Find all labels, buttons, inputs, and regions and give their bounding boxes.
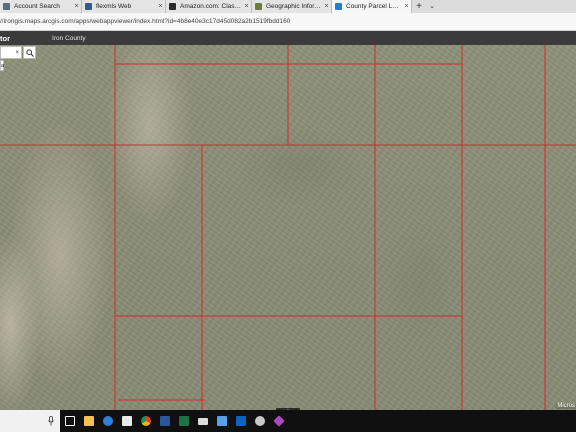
- store-icon[interactable]: [117, 410, 136, 432]
- search-button[interactable]: [23, 46, 36, 59]
- tab-favicon-icon: [3, 3, 10, 10]
- excel-icon[interactable]: [174, 410, 193, 432]
- store-glyph: [121, 416, 132, 426]
- word-icon[interactable]: [155, 410, 174, 432]
- photos-glyph: [216, 416, 227, 426]
- word-glyph: [159, 416, 170, 426]
- tab-county-parcel-locator[interactable]: County Parcel Locator ×: [332, 0, 412, 13]
- tab-favicon-icon: [169, 3, 176, 10]
- tab-favicon-icon: [335, 3, 342, 10]
- chrome-glyph: [140, 416, 151, 426]
- browser-tab-strip: Account Search × flexmls Web × Amazon.co…: [0, 0, 576, 13]
- taskbar-search-box[interactable]: [0, 410, 60, 432]
- task-view-glyph: [64, 416, 75, 426]
- address-bar[interactable]: //irongis.maps.arcgis.com/apps/webappvie…: [0, 13, 576, 31]
- settings-glyph: [254, 416, 265, 426]
- outlook-icon[interactable]: [231, 410, 250, 432]
- settings-icon[interactable]: [250, 410, 269, 432]
- search-widget: ×: [0, 45, 36, 60]
- search-icon: [25, 48, 34, 57]
- tab-close-icon[interactable]: ×: [402, 3, 411, 10]
- parcel-lines: [0, 45, 576, 410]
- tab-label: County Parcel Locator: [346, 3, 402, 10]
- task-view-icon[interactable]: [60, 410, 79, 432]
- tab-amazon[interactable]: Amazon.com: Classic Flame ×: [166, 0, 252, 13]
- tab-label: Account Search: [14, 3, 60, 10]
- app-title: tor: [0, 33, 10, 43]
- tab-close-icon[interactable]: ×: [242, 3, 251, 10]
- map-attribution: Micros: [556, 403, 576, 409]
- app-subtitle: Iron County: [52, 34, 86, 42]
- edge-icon[interactable]: [98, 410, 117, 432]
- microphone-icon[interactable]: [48, 416, 54, 426]
- search-input[interactable]: ×: [0, 46, 22, 59]
- tab-favicon-icon: [85, 3, 92, 10]
- file-explorer-icon[interactable]: [79, 410, 98, 432]
- file-explorer-glyph: [83, 416, 94, 426]
- edge-glyph: [102, 416, 113, 426]
- mail-icon[interactable]: [193, 410, 212, 432]
- outlook-glyph: [235, 416, 246, 426]
- tab-geographic-information[interactable]: Geographic Information Sys ×: [252, 0, 332, 13]
- tab-close-icon[interactable]: ×: [72, 3, 81, 10]
- paint-glyph: [272, 415, 285, 427]
- paint-icon[interactable]: [269, 410, 288, 432]
- tab-flexmls-web[interactable]: flexmls Web ×: [82, 0, 166, 13]
- search-suggestion[interactable]: a: [0, 60, 4, 71]
- url-text[interactable]: //irongis.maps.arcgis.com/apps/webappvie…: [0, 18, 290, 25]
- windows-taskbar: [0, 410, 576, 432]
- mail-glyph: [197, 417, 208, 425]
- tab-favicon-icon: [255, 3, 262, 10]
- excel-glyph: [178, 416, 189, 426]
- tab-close-icon[interactable]: ×: [156, 3, 165, 10]
- chrome-icon[interactable]: [136, 410, 155, 432]
- tab-account-search[interactable]: Account Search ×: [0, 0, 82, 13]
- new-tab-button[interactable]: +: [412, 0, 426, 13]
- tab-label: Amazon.com: Classic Flame: [180, 3, 242, 10]
- app-header: tor Iron County: [0, 31, 576, 45]
- tab-label: flexmls Web: [96, 3, 132, 10]
- clear-search-icon[interactable]: ×: [15, 50, 19, 56]
- aerial-map[interactable]: [0, 45, 576, 410]
- photos-icon[interactable]: [212, 410, 231, 432]
- tab-list-chevron-icon[interactable]: ⌄: [426, 0, 438, 13]
- tab-close-icon[interactable]: ×: [322, 3, 331, 10]
- tab-label: Geographic Information Sys: [266, 3, 322, 10]
